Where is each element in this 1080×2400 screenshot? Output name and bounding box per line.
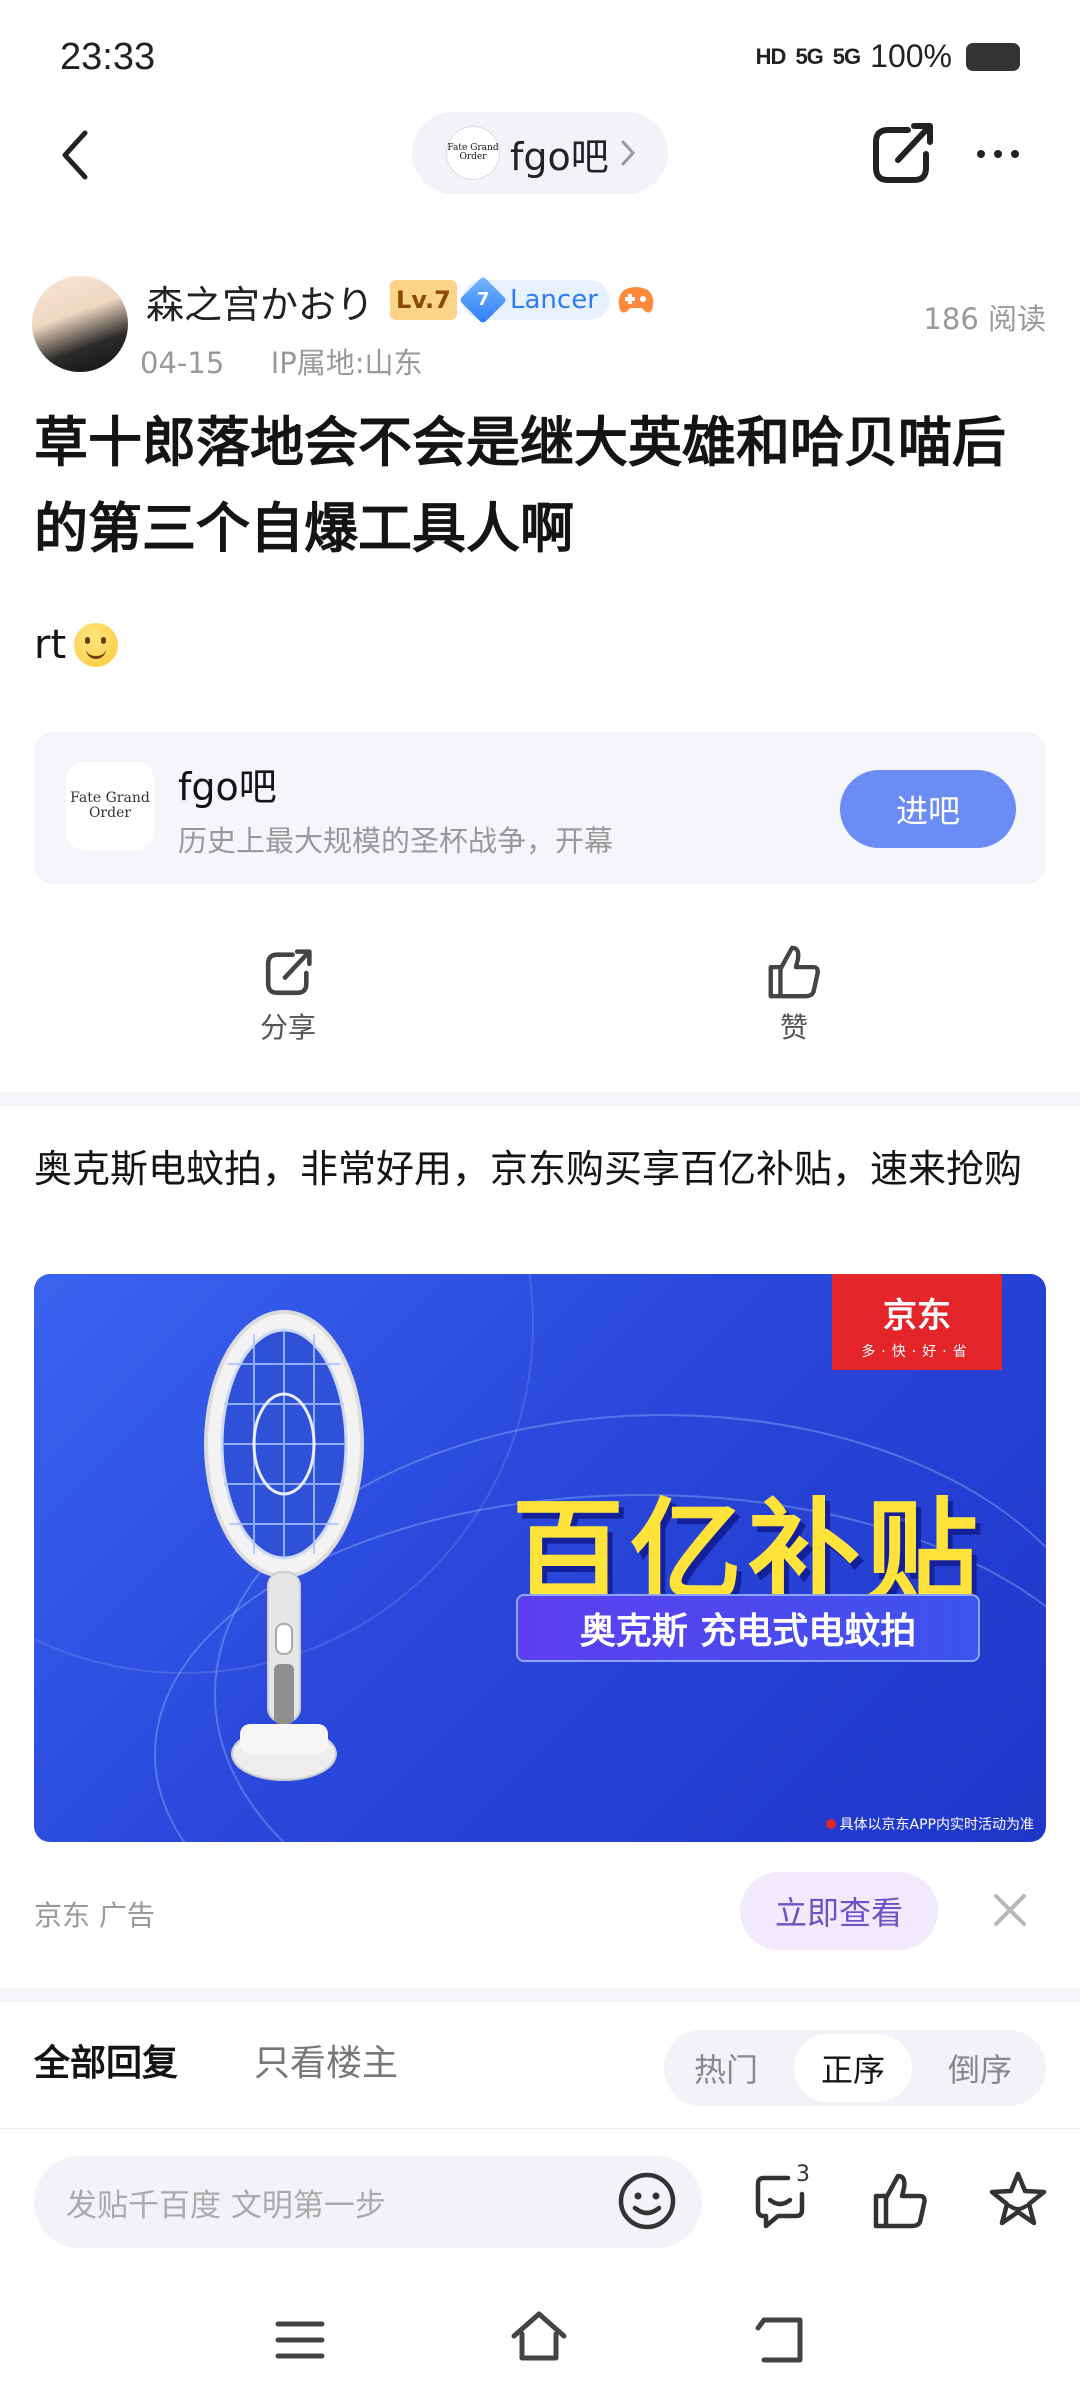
emoji-icon[interactable] bbox=[616, 2170, 678, 2232]
chevron-right-icon bbox=[621, 140, 635, 166]
close-icon[interactable] bbox=[988, 1888, 1032, 1932]
more-icon-dot bbox=[977, 150, 985, 158]
share-label: 分享 bbox=[259, 1011, 316, 1044]
more-options-button[interactable] bbox=[960, 116, 1036, 192]
post-ip: IP属地:山东 bbox=[270, 346, 423, 380]
comment-count: 3 bbox=[796, 2162, 810, 2187]
section-divider bbox=[0, 1092, 1080, 1106]
join-forum-button[interactable]: 进吧 bbox=[840, 770, 1016, 848]
jd-brand-badge: 京东 多·快·好·省 bbox=[832, 1274, 1002, 1370]
jd-brand-name: 京东 bbox=[883, 1296, 951, 1336]
battery-icon bbox=[966, 42, 1020, 71]
sort-descending-option[interactable]: 倒序 bbox=[918, 2030, 1042, 2106]
comment-input[interactable]: 发贴千百度 文明第一步 bbox=[34, 2156, 702, 2248]
post-title: 草十郎落地会不会是继大英雄和哈贝喵后的第三个自爆工具人啊 bbox=[34, 411, 1006, 560]
author-avatar[interactable] bbox=[32, 276, 128, 372]
class-gem-number: 7 bbox=[476, 289, 490, 310]
post-body-text: rt bbox=[34, 622, 67, 668]
ad-banner[interactable]: 京东 多·快·好·省 百亿补贴 奥克斯 充电式电蚊拍 具体以京东APP内实时活动… bbox=[34, 1274, 1046, 1842]
forum-card-description: 历史上最大规模的圣杯战争，开幕 bbox=[178, 824, 614, 858]
jd-brand-slogan: 多·快·好·省 bbox=[861, 1344, 973, 1360]
star-icon[interactable] bbox=[986, 2168, 1050, 2232]
thumbs-up-icon bbox=[768, 945, 820, 999]
ad-source-label: 京东 广告 bbox=[34, 1899, 155, 1932]
sort-toggle-group: 热门 正序 倒序 bbox=[664, 2030, 1046, 2106]
share-icon bbox=[265, 949, 312, 996]
ad-disclaimer: 具体以京东APP内实时活动为准 bbox=[826, 1814, 1034, 1834]
back-button[interactable] bbox=[40, 120, 110, 190]
thumbs-up-icon[interactable] bbox=[868, 2168, 932, 2232]
status-time: 23:33 bbox=[60, 36, 156, 78]
author-name[interactable]: 森之宫かおり bbox=[146, 274, 374, 329]
more-icon-dot bbox=[1011, 150, 1019, 158]
read-count: 186 阅读 bbox=[923, 302, 1046, 336]
forum-name: fgo吧 bbox=[510, 134, 609, 179]
smile-emoji-icon bbox=[74, 623, 119, 667]
forum-card-logo: Fate Grand Order bbox=[66, 762, 154, 850]
forum-logo-small: Fate Grand Order bbox=[446, 126, 500, 180]
gamepad-icon bbox=[618, 287, 654, 313]
more-icon-dot bbox=[994, 150, 1002, 158]
hd-icon: HD bbox=[755, 43, 787, 69]
status-indicators: HD 5G 5G 100% bbox=[756, 38, 1020, 75]
post-date: 04-15 bbox=[140, 346, 225, 380]
post-body: rt bbox=[34, 622, 119, 668]
like-button[interactable]: 赞 bbox=[714, 940, 874, 1046]
chevron-left-icon bbox=[62, 130, 88, 180]
section-divider bbox=[0, 1988, 1080, 2002]
back-gesture-icon[interactable] bbox=[750, 2310, 810, 2370]
ad-text[interactable]: 奥克斯电蚊拍，非常好用，京东购买享百亿补贴，速来抢购 bbox=[34, 1138, 1054, 1200]
ad-view-button[interactable]: 立即查看 bbox=[740, 1872, 938, 1950]
share-button[interactable]: 分享 bbox=[208, 944, 368, 1046]
tab-all-replies[interactable]: 全部回复 bbox=[34, 2034, 178, 2086]
signal-5g-icon-2: 5G bbox=[832, 43, 861, 69]
forum-card-name: fgo吧 bbox=[178, 765, 277, 809]
sort-hot-option[interactable]: 热门 bbox=[664, 2030, 788, 2106]
menu-icon[interactable] bbox=[268, 2310, 332, 2370]
share-icon[interactable] bbox=[864, 116, 940, 192]
signal-5g-icon: 5G bbox=[795, 43, 823, 69]
mosquito-racket-image bbox=[204, 1310, 364, 1781]
forum-link-pill[interactable]: Fate Grand Order fgo吧 bbox=[412, 112, 668, 194]
home-icon[interactable] bbox=[506, 2304, 572, 2370]
sort-ascending-option[interactable]: 正序 bbox=[794, 2034, 912, 2102]
level-badge: Lv.7 bbox=[390, 280, 457, 320]
post-meta: 04-15 IP属地:山东 bbox=[140, 340, 423, 382]
tab-owner-only[interactable]: 只看楼主 bbox=[254, 2034, 398, 2086]
ad-subheadline: 奥克斯 充电式电蚊拍 bbox=[516, 1594, 980, 1662]
like-label: 赞 bbox=[779, 1011, 808, 1044]
status-bar: 23:33 HD 5G 5G 100% bbox=[0, 0, 1080, 120]
battery-percent: 100% bbox=[870, 38, 952, 74]
